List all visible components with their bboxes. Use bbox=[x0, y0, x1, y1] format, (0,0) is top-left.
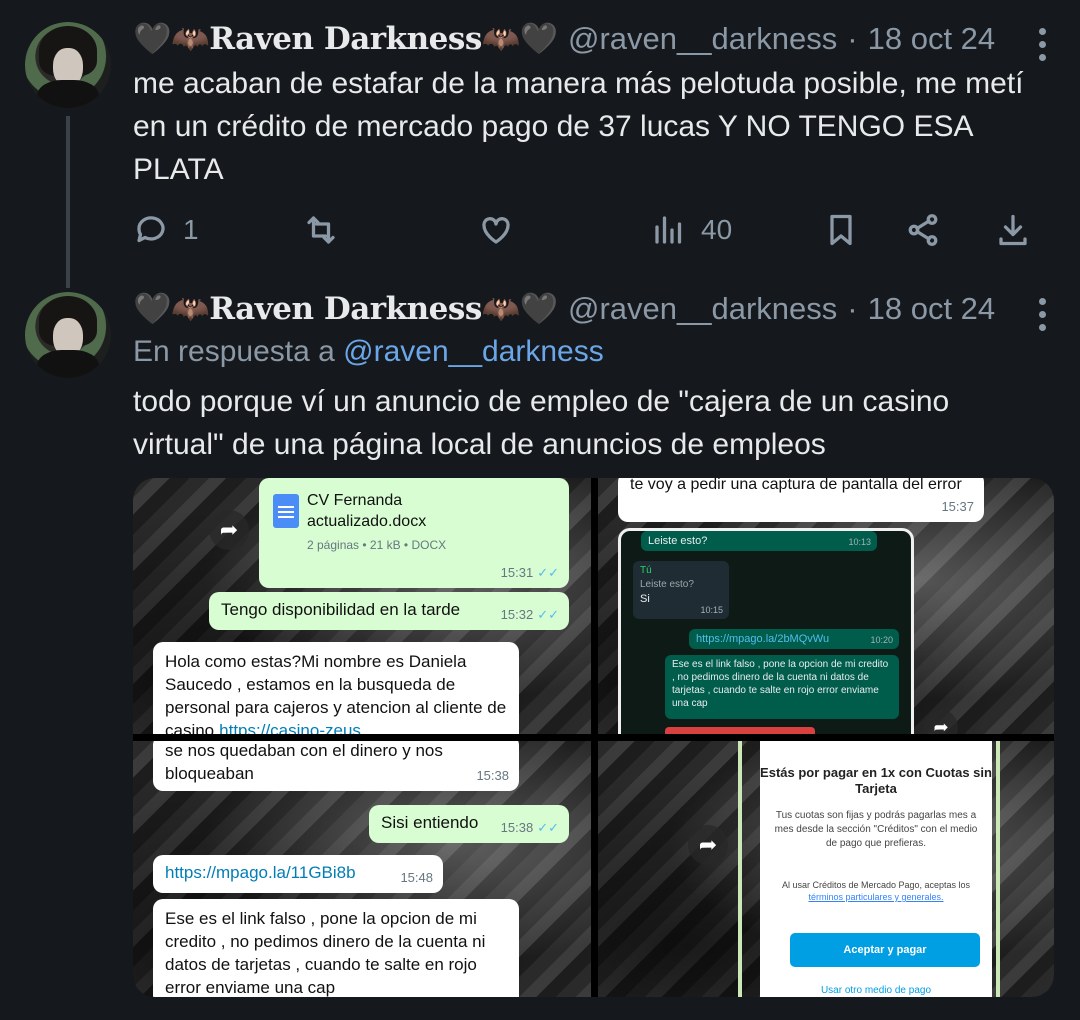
media-image-3[interactable]: se nos quedaban con el dinero y nos bloq… bbox=[133, 741, 591, 997]
tweet-text: me acaban de estafar de la manera más pe… bbox=[133, 67, 1024, 186]
views-count: 40 bbox=[701, 214, 733, 245]
phone-message: Ese es el link falso , pone la opcion de… bbox=[665, 655, 899, 719]
display-name[interactable]: 🖤🦇Raven Darkness🦇🖤 bbox=[133, 20, 558, 57]
views-button[interactable]: 40 bbox=[651, 204, 732, 256]
more-options-icon[interactable] bbox=[1038, 28, 1046, 61]
chat-message-out: Sisi entiendo 15:38 ✓✓ bbox=[369, 805, 569, 843]
tweet-header: 🖤🦇Raven Darkness🦇🖤 @raven__darkness · 18… bbox=[133, 290, 996, 328]
bookmark-button[interactable] bbox=[823, 204, 859, 256]
handle[interactable]: @raven__darkness bbox=[568, 21, 837, 57]
tweet-actions: 1 40 bbox=[133, 204, 1033, 256]
bookmark-icon bbox=[830, 214, 852, 246]
forward-icon: ➦ bbox=[209, 510, 249, 550]
message-text: Tengo disponibilidad en la tarde bbox=[221, 600, 461, 619]
other-payment-method-link[interactable]: Usar otro medio de pago bbox=[760, 985, 992, 996]
media-image-2[interactable]: te voy a pedir una captura de pantalla d… bbox=[598, 478, 1054, 734]
retweet-icon bbox=[307, 216, 335, 244]
heart-icon bbox=[482, 217, 510, 244]
reply-icon bbox=[137, 216, 165, 243]
share-icon bbox=[908, 214, 938, 246]
terms-prefix: Al usar Créditos de Mercado Pago, acepta… bbox=[781, 880, 971, 890]
media-grid: ➦ CV Fernanda actualizado.docx 2 páginas… bbox=[133, 478, 1054, 997]
payment-description: Tus cuotas son fijas y podrás pagarlas m… bbox=[774, 810, 978, 849]
chat-message-in: https://mpago.la/11GBi8b 15:48 bbox=[153, 855, 443, 893]
message-text: Ese es el link falso , pone la opcion de… bbox=[165, 909, 486, 997]
phone-red-bar bbox=[665, 727, 815, 734]
reply-count: 1 bbox=[183, 214, 199, 245]
tweet-1[interactable]: 🖤🦇Raven Darkness🦇🖤 @raven__darkness · 18… bbox=[0, 0, 1080, 290]
tweet-text: todo porque ví un anuncio de empleo de "… bbox=[133, 385, 950, 461]
terms-link[interactable]: términos particulares y generales. bbox=[808, 892, 943, 902]
screenshot-edge bbox=[738, 741, 742, 997]
message-text: Sisi entiendo bbox=[381, 813, 479, 832]
tweet-date[interactable]: 18 oct 24 bbox=[868, 21, 996, 57]
tweet-date[interactable]: 18 oct 24 bbox=[868, 291, 996, 327]
phone-link: https://mpago.la/2bMQvWu bbox=[696, 633, 830, 645]
media-image-1[interactable]: ➦ CV Fernanda actualizado.docx 2 páginas… bbox=[133, 478, 591, 734]
separator: · bbox=[847, 20, 858, 56]
like-button[interactable] bbox=[478, 204, 528, 256]
chat-message-in: Hola como estas?Mi nombre es Daniela Sau… bbox=[153, 642, 519, 734]
doc-meta: 2 páginas • 21 kB • DOCX bbox=[307, 538, 447, 552]
message-time: 15:38 bbox=[476, 768, 509, 783]
share-button[interactable] bbox=[905, 204, 941, 256]
message-text: se nos quedaban con el dinero y nos bloq… bbox=[165, 741, 443, 783]
reply-prefix: En respuesta a bbox=[133, 335, 335, 368]
doc-message: CV Fernanda actualizado.docx 2 páginas •… bbox=[259, 478, 569, 588]
phone-message-time: 10:20 bbox=[870, 635, 893, 645]
tweet-header: 🖤🦇Raven Darkness🦇🖤 @raven__darkness · 18… bbox=[133, 20, 996, 58]
reply-handle-link[interactable]: @raven__darkness bbox=[343, 335, 604, 368]
reply-context: En respuesta a @raven__darkness bbox=[133, 335, 604, 369]
screenshot-edge bbox=[996, 741, 1000, 997]
chat-message-in: Ese es el link falso , pone la opcion de… bbox=[153, 899, 519, 997]
document-icon bbox=[273, 494, 299, 528]
payment-title: Estás por pagar en 1x con Cuotas sin Tar… bbox=[760, 765, 992, 796]
phone-message-time: 10:15 bbox=[700, 605, 723, 615]
separator: · bbox=[847, 290, 858, 326]
avatar[interactable] bbox=[25, 22, 111, 108]
terms-text: Al usar Créditos de Mercado Pago, acepta… bbox=[770, 879, 982, 903]
display-name[interactable]: 🖤🦇Raven Darkness🦇🖤 bbox=[133, 290, 558, 327]
handle[interactable]: @raven__darkness bbox=[568, 291, 837, 327]
phone-quote-text: Leiste esto? bbox=[640, 579, 694, 590]
phone-message: Tú Leiste esto? Si 10:15 bbox=[633, 561, 729, 619]
message-time: 15:48 bbox=[400, 870, 433, 885]
download-button[interactable] bbox=[995, 204, 1031, 256]
more-options-icon[interactable] bbox=[1038, 298, 1046, 331]
avatar[interactable] bbox=[25, 292, 111, 378]
phone-message-text: Leiste esto? bbox=[648, 535, 708, 547]
doc-name: CV Fernanda actualizado.docx bbox=[307, 492, 427, 530]
download-icon bbox=[999, 214, 1027, 246]
chat-message-in: te voy a pedir una captura de pantalla d… bbox=[618, 478, 984, 522]
forward-icon: ➦ bbox=[688, 825, 728, 865]
chat-message-in: se nos quedaban con el dinero y nos bloq… bbox=[153, 741, 519, 791]
message-time: 15:37 bbox=[941, 499, 974, 514]
chat-message-out: Tengo disponibilidad en la tarde 15:32 ✓✓ bbox=[209, 592, 569, 630]
thread-line bbox=[66, 116, 70, 288]
phone-message: https://mpago.la/2bMQvWu 10:20 bbox=[689, 629, 899, 649]
message-time: 15:32 bbox=[500, 607, 534, 622]
phone-message-time: 10:13 bbox=[848, 537, 871, 547]
embedded-phone-screenshot: Leiste esto? 10:13 Tú Leiste esto? Si 10… bbox=[618, 528, 914, 734]
message-time: 15:38 bbox=[500, 820, 534, 835]
media-image-4[interactable]: ➦ Estás por pagar en 1x con Cuotas sin T… bbox=[598, 741, 1054, 997]
mercadopago-screen: Estás por pagar en 1x con Cuotas sin Tar… bbox=[760, 741, 992, 997]
message-text: te voy a pedir una captura de pantalla d… bbox=[630, 478, 962, 493]
phone-message-text: Ese es el link falso , pone la opcion de… bbox=[672, 659, 889, 709]
phone-quote-name: Tú bbox=[640, 565, 652, 576]
doc-time: 15:31 bbox=[500, 565, 534, 580]
reply-button[interactable]: 1 bbox=[133, 204, 199, 256]
message-link[interactable]: https://casino-zeus bbox=[219, 721, 361, 734]
views-icon bbox=[655, 216, 682, 244]
message-link[interactable]: https://mpago.la/11GBi8b bbox=[165, 863, 356, 882]
accept-and-pay-button[interactable]: Aceptar y pagar bbox=[790, 933, 980, 967]
retweet-button[interactable] bbox=[303, 204, 353, 256]
phone-message: Leiste esto? 10:13 bbox=[641, 531, 877, 551]
